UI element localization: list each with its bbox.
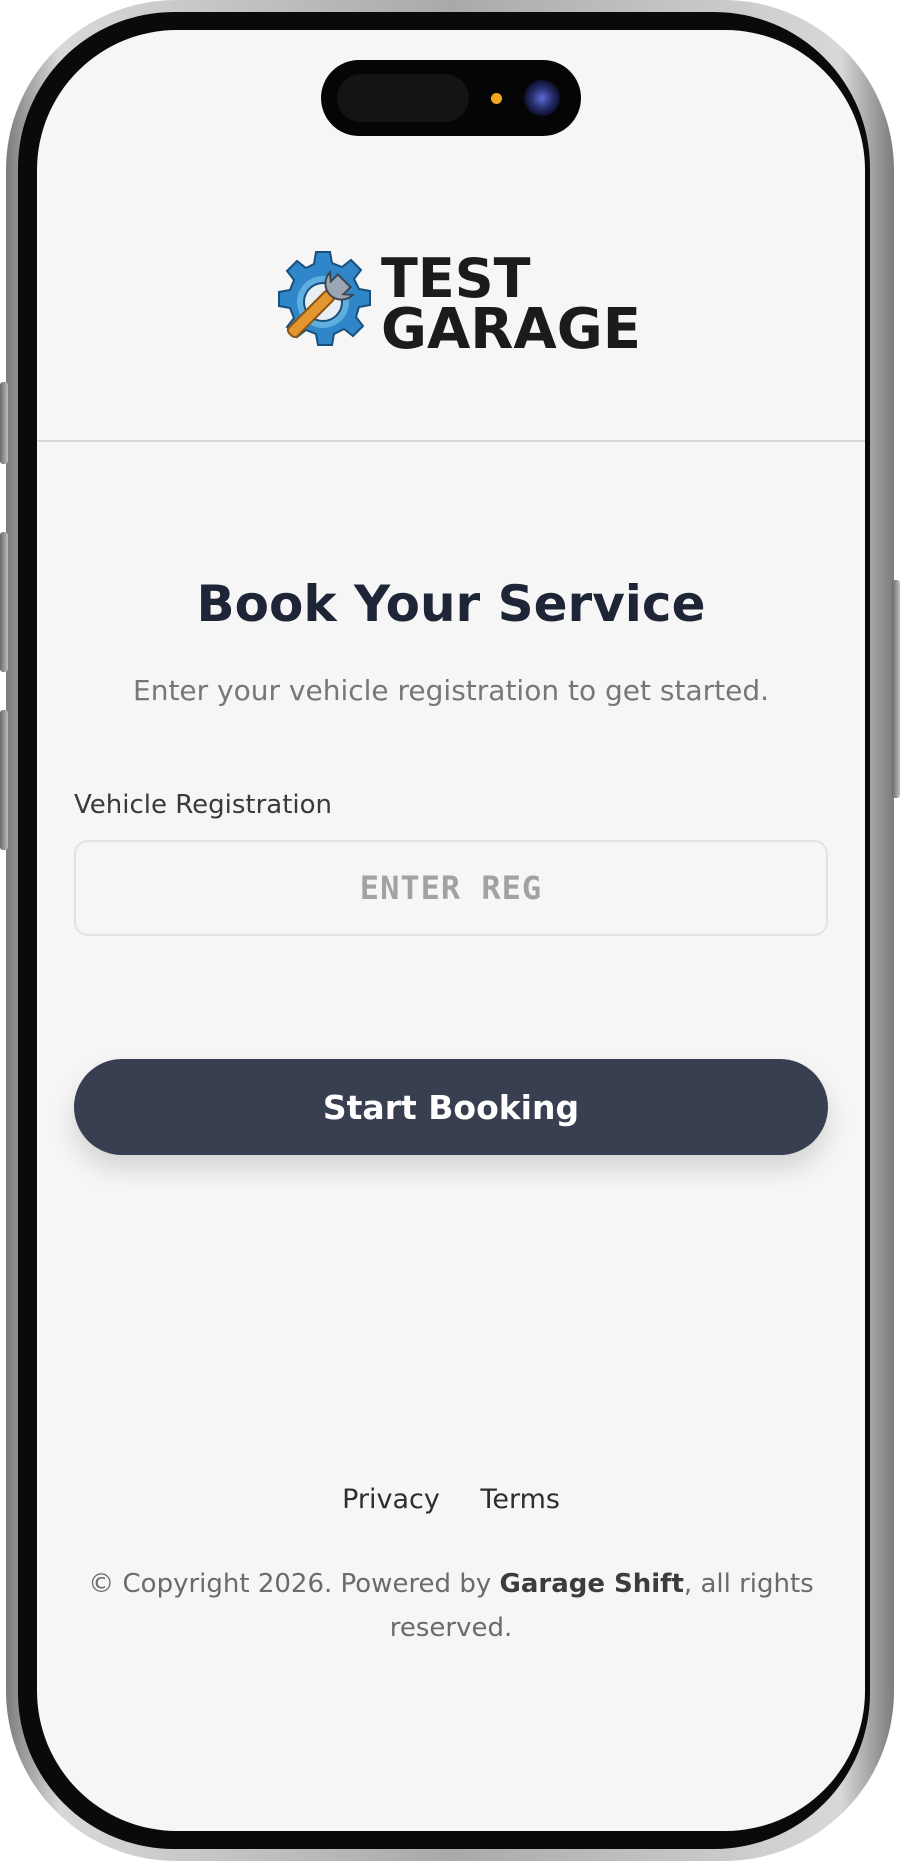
footer-links: Privacy Terms (37, 1484, 865, 1515)
screen: TEST GARAGE Book Your Service Enter your… (37, 30, 865, 1831)
logo-text: TEST GARAGE (381, 252, 641, 358)
copyright-text: © Copyright 2026. Powered by Garage Shif… (77, 1562, 825, 1650)
vehicle-registration-input[interactable] (74, 840, 828, 936)
front-camera-icon (524, 80, 560, 116)
action-button (0, 382, 8, 464)
island-sensor (337, 74, 469, 122)
dynamic-island (321, 60, 581, 136)
vehicle-registration-label: Vehicle Registration (74, 790, 333, 820)
logo-line-garage: GARAGE (381, 297, 641, 362)
garage-logo[interactable]: TEST GARAGE (267, 246, 647, 366)
start-booking-button[interactable]: Start Booking (74, 1059, 828, 1155)
volume-up-button (0, 532, 8, 672)
copyright-prefix: © Copyright 2026. Powered by (88, 1569, 500, 1599)
terms-link[interactable]: Terms (480, 1484, 560, 1515)
page-subtitle: Enter your vehicle registration to get s… (133, 674, 769, 707)
volume-down-button (0, 710, 8, 850)
privacy-link[interactable]: Privacy (342, 1484, 440, 1515)
page-title: Book Your Service (196, 575, 706, 633)
gear-wrench-icon (278, 251, 371, 346)
privacy-indicator-dot (491, 93, 502, 104)
copyright-brand[interactable]: Garage Shift (499, 1569, 683, 1599)
power-button (892, 580, 900, 798)
